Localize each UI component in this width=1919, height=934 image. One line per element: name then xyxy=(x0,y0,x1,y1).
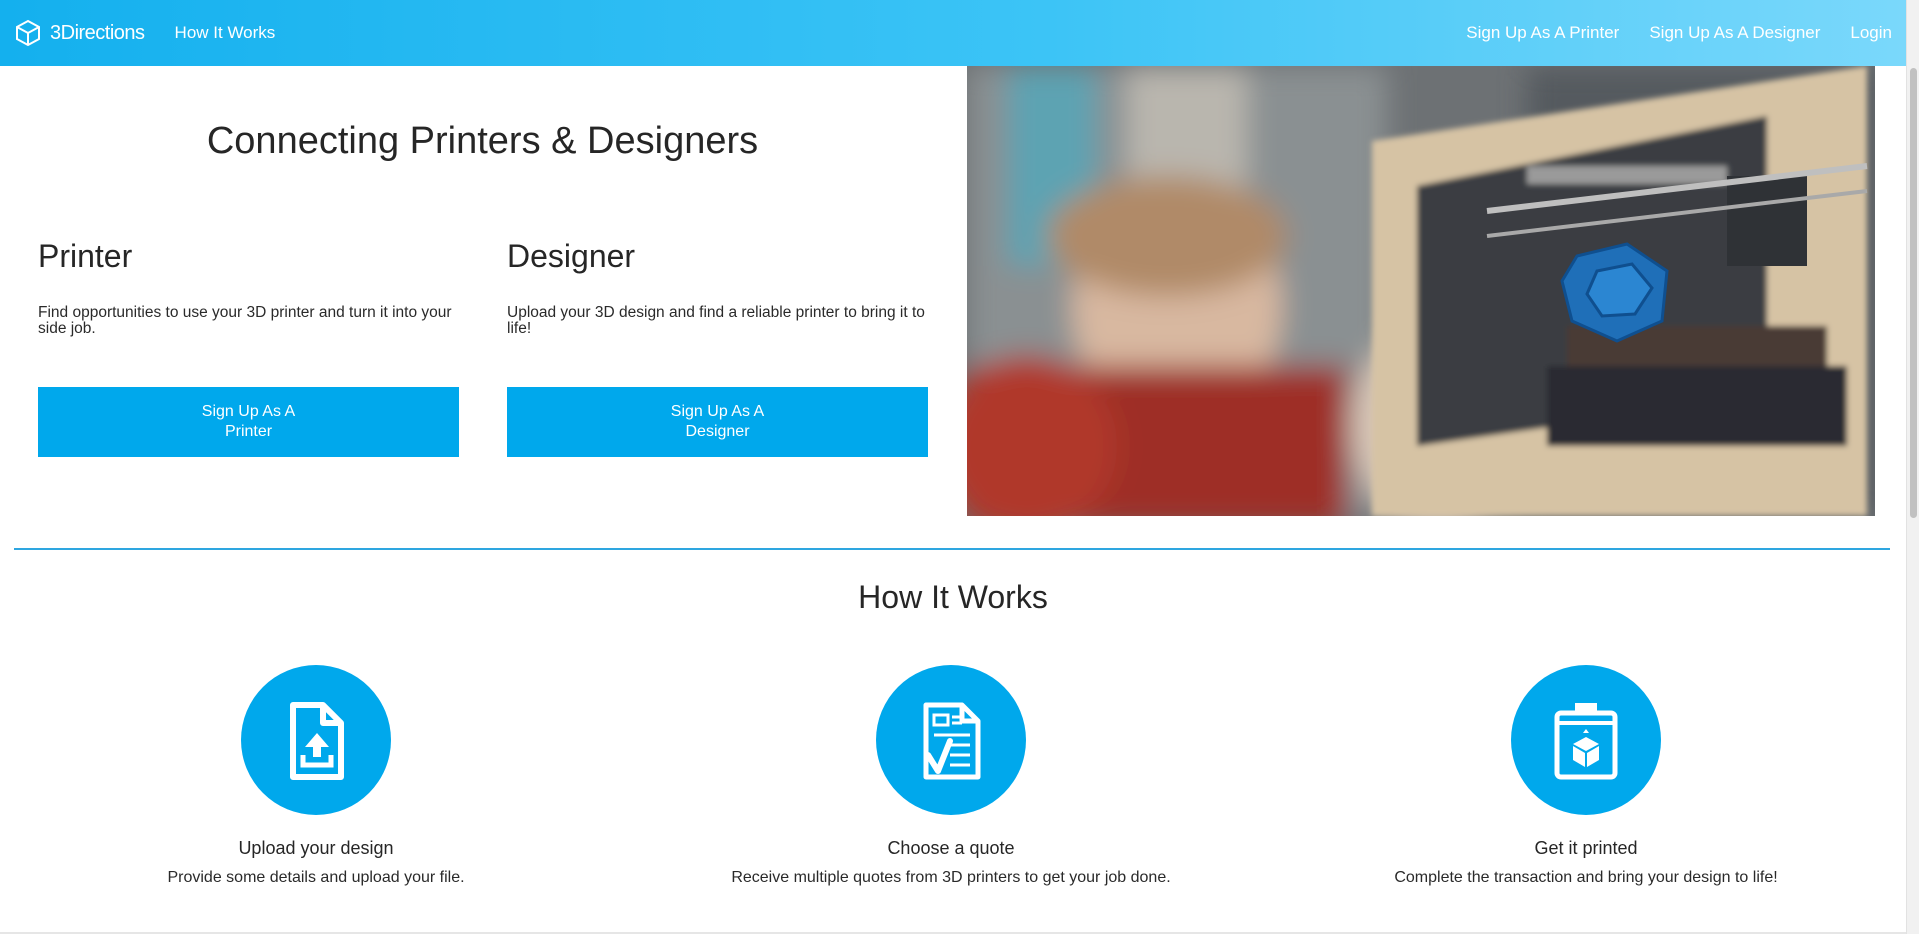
top-navbar: 3Directions How It Works Sign Up As A Pr… xyxy=(0,0,1906,66)
designer-description: Upload your 3D design and find a reliabl… xyxy=(507,304,925,337)
step-description: Provide some details and upload your fil… xyxy=(167,869,465,886)
file-upload-icon xyxy=(290,702,344,780)
step-title: Get it printed xyxy=(1534,838,1638,858)
designer-heading: Designer xyxy=(507,238,636,274)
brand-name: 3Directions xyxy=(50,21,145,44)
brand-logo-link[interactable]: 3Directions xyxy=(14,19,145,47)
quote-checklist-icon xyxy=(923,702,981,780)
printer-description: Find opportunities to use your 3D printe… xyxy=(38,304,452,337)
step-icon-circle xyxy=(876,665,1026,815)
nav-signup-designer-link[interactable]: Sign Up As A Designer xyxy=(1649,23,1820,43)
designer-column: Designer Upload your 3D design and find … xyxy=(507,238,928,457)
section-divider xyxy=(14,548,1890,550)
vertical-scrollbar[interactable] xyxy=(1906,0,1919,934)
step-title: Choose a quote xyxy=(887,838,1015,858)
step-description: Receive multiple quotes from 3D printers… xyxy=(731,869,1171,886)
nav-right-links: Sign Up As A Printer Sign Up As A Design… xyxy=(1466,23,1892,43)
cube-logo-icon xyxy=(16,19,40,47)
nav-login-link[interactable]: Login xyxy=(1850,23,1892,43)
signup-designer-button[interactable]: Sign Up As A Designer xyxy=(507,387,928,457)
how-it-works-title: How It Works xyxy=(858,579,1048,615)
step-description: Complete the transaction and bring your … xyxy=(1394,869,1778,886)
step-get-printed: Get it printed Complete the transaction … xyxy=(1336,665,1836,887)
step-choose-quote: Choose a quote Receive multiple quotes f… xyxy=(701,665,1201,887)
signup-printer-button[interactable]: Sign Up As A Printer xyxy=(38,387,459,457)
step-title: Upload your design xyxy=(238,838,394,858)
signup-designer-button-label: Sign Up As A Designer xyxy=(670,403,765,440)
hero-title: Connecting Printers & Designers xyxy=(206,120,759,162)
printer-column: Printer Find opportunities to use your 3… xyxy=(38,238,459,457)
step-icon-circle xyxy=(241,665,391,815)
step-icon-circle xyxy=(1511,665,1661,815)
printer-heading: Printer xyxy=(38,238,133,274)
hero-3d-printer-photo xyxy=(967,66,1875,516)
scrollbar-thumb[interactable] xyxy=(1910,68,1917,518)
3d-printer-icon xyxy=(1554,703,1618,780)
signup-printer-button-label: Sign Up As A Printer xyxy=(201,403,296,440)
step-upload-design: Upload your design Provide some details … xyxy=(66,665,566,887)
nav-how-it-works-link[interactable]: How It Works xyxy=(175,23,276,43)
nav-signup-printer-link[interactable]: Sign Up As A Printer xyxy=(1466,23,1619,43)
